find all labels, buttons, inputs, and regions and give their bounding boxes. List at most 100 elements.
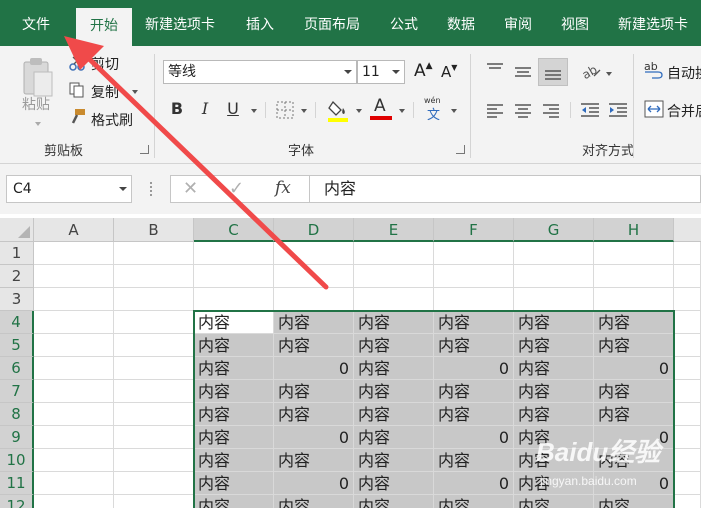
chevron-down-icon[interactable] (392, 70, 400, 74)
tab-review[interactable]: 审阅 (504, 0, 532, 46)
column-header-e[interactable]: E (354, 218, 434, 242)
cell-e11[interactable]: 内容 (354, 472, 434, 495)
cell-f3[interactable] (434, 288, 514, 311)
cell-i5[interactable] (674, 334, 701, 357)
align-center-icon[interactable] (514, 102, 532, 122)
cell-a4[interactable] (34, 311, 114, 334)
cell-f12[interactable]: 内容 (434, 495, 514, 508)
row-header-6[interactable]: 6 (0, 357, 34, 380)
enter-icon[interactable]: ✓ (229, 178, 244, 199)
cell-h5[interactable]: 内容 (594, 334, 674, 357)
tab-file[interactable]: 文件 (22, 0, 50, 46)
cell-c4[interactable]: 内容 (194, 311, 274, 334)
cell-h12[interactable]: 内容 (594, 495, 674, 508)
cell-g7[interactable]: 内容 (514, 380, 594, 403)
column-header-h[interactable]: H (594, 218, 674, 242)
cell-d2[interactable] (274, 265, 354, 288)
cell-i4[interactable] (674, 311, 701, 334)
cell-g3[interactable] (514, 288, 594, 311)
format-painter-button[interactable]: 格式刷 (91, 110, 133, 130)
cell-i10[interactable] (674, 449, 701, 472)
underline-button[interactable]: U (223, 98, 243, 120)
cell-d7[interactable]: 内容 (274, 380, 354, 403)
borders-icon[interactable] (276, 101, 294, 123)
tab-formulas[interactable]: 公式 (390, 0, 418, 46)
cell-g5[interactable]: 内容 (514, 334, 594, 357)
formula-input[interactable]: 内容 (310, 175, 701, 203)
select-all-button[interactable] (0, 218, 34, 242)
fill-color-button[interactable] (328, 98, 350, 126)
row-header-5[interactable]: 5 (0, 334, 34, 357)
name-box[interactable]: C4 (6, 175, 132, 203)
align-top-icon[interactable] (486, 62, 504, 80)
decrease-indent-icon[interactable] (580, 102, 600, 122)
align-middle-icon[interactable] (514, 64, 532, 82)
phonetic-dropdown-icon[interactable] (451, 109, 457, 113)
cell-h1[interactable] (594, 242, 674, 265)
align-left-icon[interactable] (486, 102, 504, 122)
font-name-field[interactable]: 等线 (163, 60, 357, 84)
cell-f9[interactable]: 0 (434, 426, 514, 449)
cell-g12[interactable]: 内容 (514, 495, 594, 508)
font-color-dropdown-icon[interactable] (399, 109, 405, 113)
tab-new-tab-1[interactable]: 新建选项卡 (145, 0, 215, 46)
cell-e12[interactable]: 内容 (354, 495, 434, 508)
cell-b3[interactable] (114, 288, 194, 311)
cell-f2[interactable] (434, 265, 514, 288)
row-header-7[interactable]: 7 (0, 380, 34, 403)
column-header-b[interactable]: B (114, 218, 194, 242)
cell-a3[interactable] (34, 288, 114, 311)
cell-i6[interactable] (674, 357, 701, 380)
fill-color-dropdown-icon[interactable] (356, 109, 362, 113)
cell-c5[interactable]: 内容 (194, 334, 274, 357)
chevron-down-icon[interactable] (119, 187, 127, 191)
italic-button[interactable]: I (195, 98, 215, 120)
copy-dropdown-icon[interactable] (132, 90, 138, 94)
cell-b11[interactable] (114, 472, 194, 495)
cell-e4[interactable]: 内容 (354, 311, 434, 334)
cell-f8[interactable]: 内容 (434, 403, 514, 426)
cell-g2[interactable] (514, 265, 594, 288)
font-launcher-icon[interactable] (456, 145, 465, 154)
bold-button[interactable]: B (167, 98, 187, 120)
column-header-c[interactable]: C (194, 218, 274, 242)
cell-i7[interactable] (674, 380, 701, 403)
cell-i3[interactable] (674, 288, 701, 311)
cell-h7[interactable]: 内容 (594, 380, 674, 403)
paste-button[interactable]: 粘贴 (22, 94, 50, 114)
cell-e8[interactable]: 内容 (354, 403, 434, 426)
cell-f1[interactable] (434, 242, 514, 265)
font-size-field[interactable]: 11 (357, 60, 405, 84)
row-header-9[interactable]: 9 (0, 426, 34, 449)
row-header-11[interactable]: 11 (0, 472, 34, 495)
cell-b12[interactable] (114, 495, 194, 508)
cell-b6[interactable] (114, 357, 194, 380)
cell-a11[interactable] (34, 472, 114, 495)
cell-c12[interactable]: 内容 (194, 495, 274, 508)
cell-h2[interactable] (594, 265, 674, 288)
cell-d11[interactable]: 0 (274, 472, 354, 495)
align-bottom-icon[interactable] (538, 58, 568, 86)
borders-dropdown-icon[interactable] (301, 109, 307, 113)
underline-dropdown-icon[interactable] (251, 109, 257, 113)
cell-h4[interactable]: 内容 (594, 311, 674, 334)
shrink-font-button[interactable]: A▼ (441, 63, 457, 81)
align-right-icon[interactable] (542, 102, 560, 122)
cell-e7[interactable]: 内容 (354, 380, 434, 403)
cell-e10[interactable]: 内容 (354, 449, 434, 472)
cell-f4[interactable]: 内容 (434, 311, 514, 334)
cell-g1[interactable] (514, 242, 594, 265)
column-header-a[interactable]: A (34, 218, 114, 242)
cell-c8[interactable]: 内容 (194, 403, 274, 426)
row-header-10[interactable]: 10 (0, 449, 34, 472)
cell-a12[interactable] (34, 495, 114, 508)
column-header-d[interactable]: D (274, 218, 354, 242)
cell-c3[interactable] (194, 288, 274, 311)
cell-e6[interactable]: 内容 (354, 357, 434, 380)
row-header-4[interactable]: 4 (0, 311, 34, 334)
cell-f6[interactable]: 0 (434, 357, 514, 380)
cell-c6[interactable]: 内容 (194, 357, 274, 380)
row-header-8[interactable]: 8 (0, 403, 34, 426)
cancel-icon[interactable]: ✕ (183, 178, 198, 199)
cell-i11[interactable] (674, 472, 701, 495)
